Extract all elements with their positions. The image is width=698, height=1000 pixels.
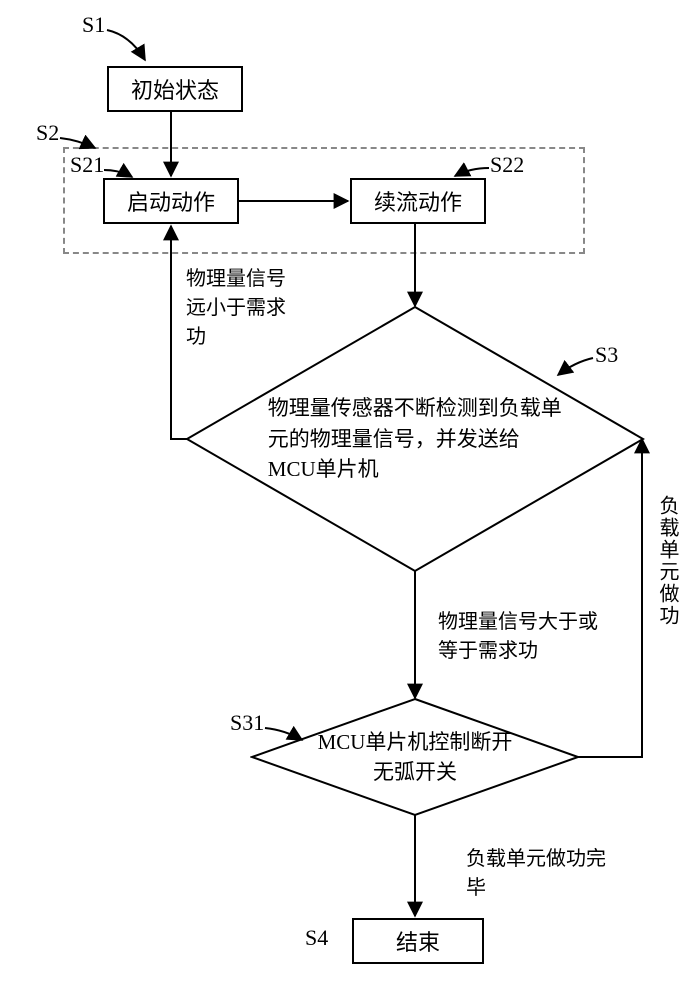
label-s1: S1 <box>82 12 105 38</box>
node-start-action-text: 启动动作 <box>127 185 215 217</box>
edge-right-loop: 负载单元做功 <box>652 495 681 636</box>
label-s3: S3 <box>595 342 618 368</box>
node-end: 结束 <box>352 918 484 964</box>
node-initial-state-text: 初始状态 <box>131 73 219 105</box>
node-freewheel-action: 续流动作 <box>350 178 486 224</box>
node-start-action: 启动动作 <box>103 178 239 224</box>
edge-sensor-to-mcu: 物理量信号大于或等于需求功 <box>438 608 598 666</box>
node-initial-state: 初始状态 <box>107 66 243 112</box>
edge-mcu-to-end: 负载单元做功完毕 <box>466 845 606 903</box>
label-s22: S22 <box>490 152 524 178</box>
node-mcu-decision-text: MCU单片机控制断开无弧开关 <box>309 727 520 788</box>
node-mcu-decision: MCU单片机控制断开无弧开关 <box>250 697 580 817</box>
label-s2: S2 <box>36 120 59 146</box>
edge-left-feedback: 物理量信号远小于需求功 <box>186 265 296 352</box>
node-freewheel-action-text: 续流动作 <box>374 185 462 217</box>
label-s31: S31 <box>230 710 264 736</box>
label-s4: S4 <box>305 925 328 951</box>
label-s21: S21 <box>70 152 104 178</box>
node-end-text: 结束 <box>396 925 440 957</box>
node-sensor-decision-text: 物理量传感器不断检测到负载单元的物理量信号，并发送给MCU单片机 <box>268 393 562 484</box>
